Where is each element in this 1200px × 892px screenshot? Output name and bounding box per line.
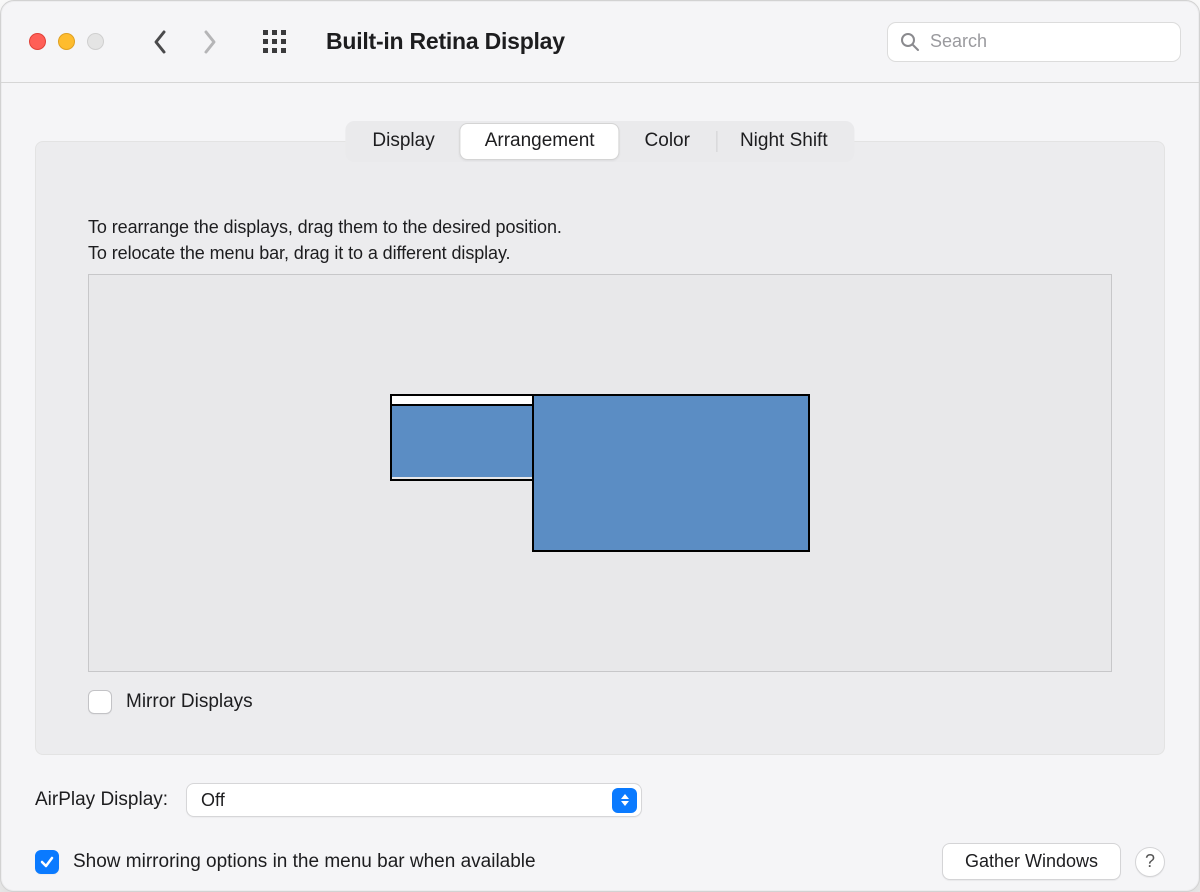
preferences-window: Built-in Retina Display Display Arrangem… [0, 0, 1200, 892]
tab-color[interactable]: Color [620, 123, 715, 160]
content-area: Display Arrangement Color Night Shift To… [1, 83, 1199, 891]
help-button[interactable]: ? [1135, 847, 1165, 877]
show-all-button[interactable] [260, 27, 290, 57]
grid-icon [262, 29, 288, 55]
arrangement-canvas[interactable] [88, 274, 1112, 672]
window-controls [29, 33, 104, 50]
airplay-select[interactable]: Off [186, 783, 642, 817]
show-mirroring-checkbox[interactable] [35, 850, 59, 874]
arrangement-group: To rearrange the displays, drag them to … [35, 141, 1165, 755]
tab-night-shift[interactable]: Night Shift [715, 123, 853, 160]
window-title: Built-in Retina Display [326, 28, 565, 55]
displays-container [390, 394, 810, 552]
menu-bar-handle[interactable] [392, 396, 532, 406]
tab-arrangement[interactable]: Arrangement [460, 123, 620, 160]
zoom-window-button[interactable] [87, 33, 104, 50]
close-window-button[interactable] [29, 33, 46, 50]
tab-display[interactable]: Display [347, 123, 459, 160]
search-input[interactable] [928, 30, 1168, 53]
minimize-window-button[interactable] [58, 33, 75, 50]
search-field[interactable] [887, 22, 1181, 62]
mirror-displays-label: Mirror Displays [126, 691, 253, 713]
display-primary-screen [392, 406, 532, 477]
back-button[interactable] [152, 28, 170, 56]
mirror-displays-checkbox[interactable] [88, 690, 112, 714]
gather-windows-button[interactable]: Gather Windows [942, 843, 1121, 880]
display-primary[interactable] [390, 394, 534, 481]
instruction-line-2: To relocate the menu bar, drag it to a d… [88, 243, 510, 263]
instruction-line-1: To rearrange the displays, drag them to … [88, 217, 562, 237]
airplay-value: Off [201, 790, 225, 811]
forward-button[interactable] [200, 28, 218, 56]
airplay-row: AirPlay Display: Off [35, 783, 642, 817]
up-down-caret-icon [612, 788, 637, 813]
instruction-text: To rearrange the displays, drag them to … [88, 214, 1112, 266]
tab-bar: Display Arrangement Color Night Shift [345, 121, 854, 162]
search-icon [900, 32, 920, 52]
toolbar: Built-in Retina Display [1, 1, 1199, 83]
display-secondary[interactable] [532, 394, 810, 552]
mirror-row: Mirror Displays [88, 690, 253, 714]
airplay-label: AirPlay Display: [35, 789, 168, 811]
nav-buttons [152, 28, 218, 56]
show-mirroring-label: Show mirroring options in the menu bar w… [73, 851, 536, 873]
bottom-row: Show mirroring options in the menu bar w… [35, 843, 1165, 880]
